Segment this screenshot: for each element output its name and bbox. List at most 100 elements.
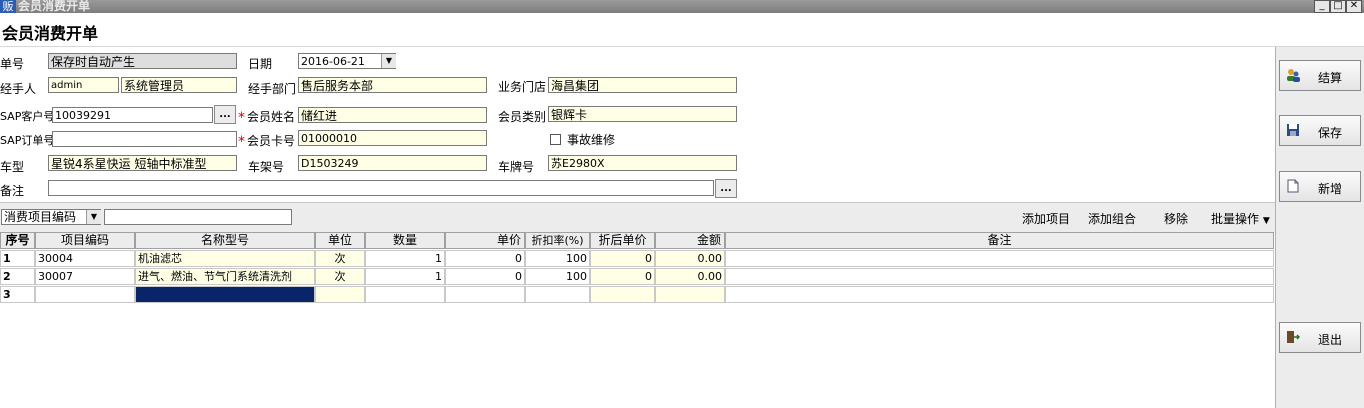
column-header-discount[interactable]: 折扣率(%) [525,232,590,249]
table-cell-price[interactable]: 0 [445,250,525,267]
exit-label: 退出 [1318,333,1343,347]
table-cell-discount[interactable]: 100 [525,250,590,267]
new-button[interactable]: 新增 [1279,171,1361,202]
column-header-code[interactable]: 项目编码 [35,232,135,249]
column-header-amount[interactable]: 金额 [655,232,725,249]
table-row-number[interactable]: 3 [0,286,35,303]
table-cell-discount[interactable] [525,286,590,303]
table-cell-amount[interactable]: 0.00 [655,268,725,285]
member-name-label: 会员姓名 [247,110,296,124]
column-header-discount-price[interactable]: 折后单价 [590,232,655,249]
column-header-qty[interactable]: 数量 [365,232,445,249]
remove-button[interactable]: 移除 [1164,210,1188,227]
table-cell-code[interactable]: 30007 [35,268,135,285]
table-cell-price[interactable]: 0 [445,268,525,285]
batch-operation-label: 批量操作 [1211,212,1260,226]
checkout-label: 结算 [1318,71,1343,85]
date-value: 2016-06-21 [301,55,365,68]
store-field[interactable]: 海昌集团 [548,77,737,93]
column-header-price[interactable]: 单价 [445,232,525,249]
handler-label: 经手人 [0,82,37,96]
table-cell-name[interactable]: 进气、燃油、节气门系统清洗剂 [135,268,315,285]
batch-operation-button[interactable]: 批量操作 ▼ [1211,210,1270,227]
frame-no-field[interactable]: D1503249 [298,155,487,171]
close-button[interactable]: ✕ [1346,0,1362,13]
dept-field[interactable]: 售后服务本部 [298,77,487,93]
table-cell-remark[interactable] [725,250,1274,267]
member-card-label: 会员卡号 [247,134,296,148]
minimize-button[interactable]: _ [1314,0,1330,13]
sap-order-label: SAP订单号 [0,134,55,147]
sap-customer-field[interactable]: 10039291 [52,107,213,123]
plate-no-field[interactable]: 苏E2980X [548,155,737,171]
member-card-required-mark: * [238,134,245,150]
maximize-button[interactable]: □ [1330,0,1346,13]
table-cell-amount[interactable] [655,286,725,303]
accident-checkbox[interactable] [550,134,561,145]
accident-label: 事故维修 [567,133,616,147]
page-title: 会员消费开单 [2,24,99,43]
remark-label: 备注 [0,184,25,198]
column-header-remark[interactable]: 备注 [725,232,1274,249]
checkout-button[interactable]: 结算 [1279,60,1361,91]
table-cell-price[interactable] [445,286,525,303]
column-header-no[interactable]: 序号 [0,232,35,249]
chevron-down-icon[interactable]: ▼ [86,210,101,224]
sap-customer-label: SAP客户号 [0,110,55,123]
table-cell-name-selected[interactable] [135,286,315,303]
table-cell-name[interactable]: 机油滤芯 [135,250,315,267]
action-panel [1275,47,1364,408]
new-label: 新增 [1318,182,1343,196]
order-no-field: 保存时自动产生 [48,53,237,69]
member-name-field[interactable]: 储红进 [298,107,487,123]
table-cell-discount[interactable]: 100 [525,268,590,285]
handler-name-field[interactable]: 系统管理员 [121,77,237,93]
frame-no-label: 车架号 [248,160,285,174]
table-cell-code[interactable]: 30004 [35,250,135,267]
sap-order-field[interactable] [52,131,237,147]
table-cell-qty[interactable]: 1 [365,250,445,267]
exit-button[interactable]: 退出 [1279,322,1361,353]
search-input[interactable] [104,209,292,225]
exit-door-icon [1287,331,1300,343]
table-cell-amount[interactable]: 0.00 [655,250,725,267]
handler-code-field[interactable]: admin [48,77,119,93]
remark-lookup-button[interactable]: ... [715,179,737,198]
member-card-field[interactable]: 01000010 [298,130,487,146]
title-bar [0,0,1364,13]
table-cell-discount-price[interactable]: 0 [590,250,655,267]
table-cell-remark[interactable] [725,286,1274,303]
add-item-button[interactable]: 添加项目 [1022,210,1070,227]
table-cell-qty[interactable]: 1 [365,268,445,285]
car-model-field[interactable]: 星锐4系星快运 短轴中标准型 [48,155,237,171]
save-button[interactable]: 保存 [1279,115,1361,146]
table-cell-unit[interactable] [315,286,365,303]
app-icon: 贩 [0,0,16,13]
table-cell-code[interactable] [35,286,135,303]
remark-field[interactable] [48,180,714,196]
member-type-field[interactable]: 银辉卡 [548,106,737,122]
floppy-disk-icon [1287,124,1299,136]
column-header-name[interactable]: 名称型号 [135,232,315,249]
table-cell-discount-price[interactable] [590,286,655,303]
member-type-label: 会员类别 [498,110,547,124]
form-area [0,47,1275,202]
table-cell-unit[interactable]: 次 [315,268,365,285]
table-cell-remark[interactable] [725,268,1274,285]
table-cell-discount-price[interactable]: 0 [590,268,655,285]
table-row-number[interactable]: 2 [0,268,35,285]
save-label: 保存 [1318,126,1343,140]
window-title: 会员消费开单 [18,0,91,13]
chevron-down-icon[interactable]: ▼ [381,54,396,68]
sap-customer-lookup-button[interactable]: ... [214,105,236,124]
table-row-number[interactable]: 1 [0,250,35,267]
table-cell-unit[interactable]: 次 [315,250,365,267]
add-combo-button[interactable]: 添加组合 [1088,210,1136,227]
table-cell-qty[interactable] [365,286,445,303]
store-label: 业务门店 [498,80,547,94]
column-header-unit[interactable]: 单位 [315,232,365,249]
header [0,13,1364,47]
date-label: 日期 [248,57,273,71]
plate-no-label: 车牌号 [498,160,535,174]
dept-label: 经手部门 [248,82,297,96]
